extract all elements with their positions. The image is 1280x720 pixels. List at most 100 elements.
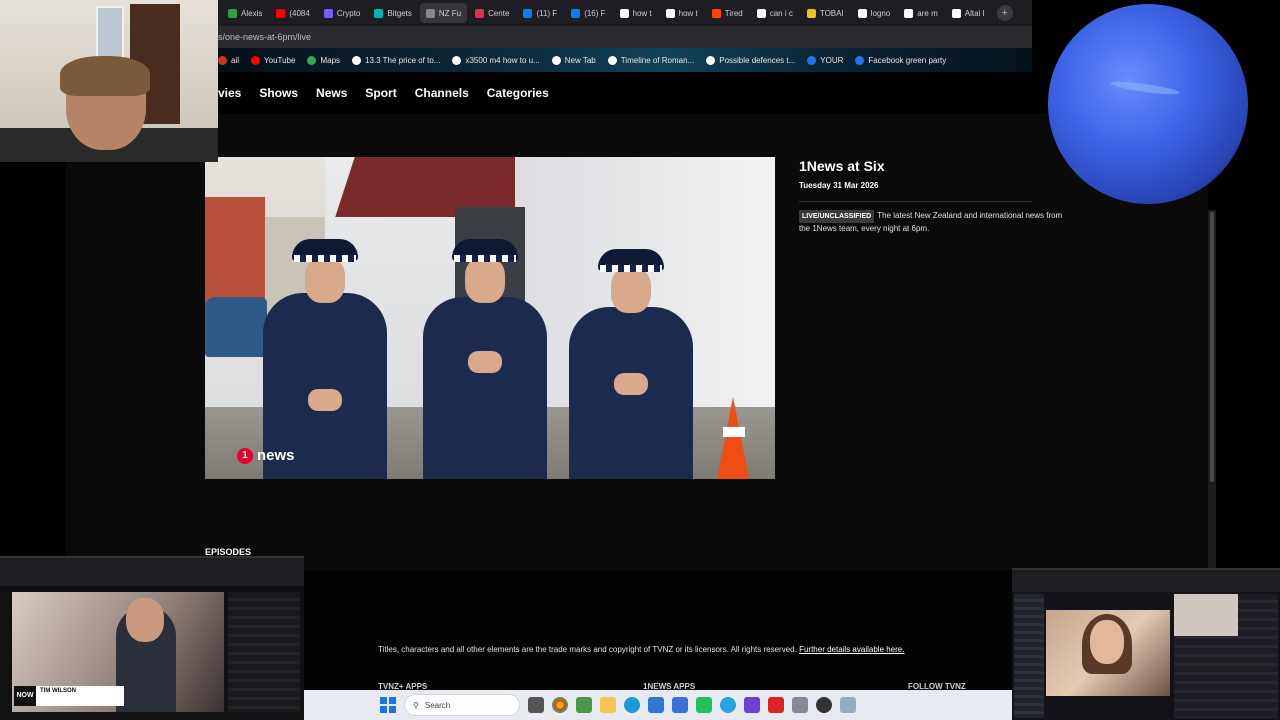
bookmark-item[interactable]: Facebook green party <box>855 55 947 65</box>
app-icon[interactable] <box>576 697 592 713</box>
app-icon-3[interactable] <box>768 697 784 713</box>
nav-sport[interactable]: Sport <box>365 86 396 100</box>
bookmark-item[interactable]: YOUR <box>807 55 843 65</box>
browser-tab[interactable]: are m <box>898 3 943 23</box>
divider <box>799 201 1032 202</box>
browser-tab[interactable]: Crypto <box>318 3 367 23</box>
address-bar[interactable]: s/one-news-at-6pm/live <box>218 26 1032 48</box>
settings-icon[interactable] <box>792 697 808 713</box>
tab-favicon-icon <box>619 8 629 18</box>
bookmark-item[interactable]: Possible defences t... <box>706 55 795 65</box>
bookmark-item[interactable]: Maps <box>307 55 341 65</box>
obs-icon[interactable] <box>744 697 760 713</box>
nav-channels[interactable]: Channels <box>415 86 469 100</box>
nav-news[interactable]: News <box>316 86 347 100</box>
tab-label: Bitgets <box>387 8 412 18</box>
bookmark-icon <box>607 55 617 65</box>
scrollbar-thumb[interactable] <box>1210 212 1214 482</box>
tab-label: Alexis <box>241 8 263 18</box>
tab-favicon-icon <box>425 8 435 18</box>
bookmark-item[interactable]: YouTube <box>251 55 296 65</box>
pip-browser-strip <box>0 558 304 586</box>
app-icon-2[interactable] <box>696 697 712 713</box>
1news-logo: 1 news <box>237 447 295 464</box>
1news-logo-text: news <box>257 447 295 464</box>
browser-tab[interactable]: (16) F <box>565 3 611 23</box>
tab-label: Crypto <box>336 8 361 18</box>
tab-favicon-icon <box>323 8 333 18</box>
browser-tab[interactable]: Alexis <box>222 3 268 23</box>
browser-tab[interactable]: Bitgets <box>368 3 417 23</box>
browser-tab[interactable]: TOBAI <box>801 3 850 23</box>
taskbar-search-label: Search <box>424 700 451 710</box>
bookmark-label: Facebook green party <box>868 55 947 65</box>
bookmark-icon <box>452 55 462 65</box>
task-view-icon[interactable] <box>528 697 544 713</box>
webcam-overlay <box>0 0 218 162</box>
bookmark-item[interactable]: 13.3 The price of to... <box>352 55 440 65</box>
pip-anchor-head <box>126 598 164 642</box>
bookmark-icon <box>855 55 865 65</box>
pip-stream-right <box>1012 568 1280 720</box>
app-icon-5[interactable] <box>840 697 856 713</box>
bookmark-item[interactable]: ail <box>218 55 239 65</box>
bookmark-icon <box>807 55 817 65</box>
bookmark-label: New Tab <box>564 55 596 65</box>
tab-favicon-icon <box>374 8 384 18</box>
bookmark-label: x3500 m4 how to u... <box>465 55 540 65</box>
pip-right-browser-strip <box>1012 570 1280 592</box>
bookmark-item[interactable]: x3500 m4 how to u... <box>452 55 540 65</box>
bookmark-label: YouTube <box>264 55 296 65</box>
nav-shows[interactable]: Shows <box>259 86 298 100</box>
edge-icon[interactable] <box>624 697 640 713</box>
telegram-icon[interactable] <box>720 697 736 713</box>
pip-right-face <box>1090 620 1124 664</box>
tab-label: (16) F <box>584 8 606 18</box>
browser-tab[interactable]: Tired <box>706 3 749 23</box>
address-url[interactable]: s/one-news-at-6pm/live <box>218 32 311 42</box>
browser-tab[interactable]: NZ Fu <box>419 3 468 23</box>
browser-tab[interactable]: (4084 <box>270 3 315 23</box>
nav-categories[interactable]: Categories <box>487 86 549 100</box>
browser-tab[interactable]: how t <box>660 3 704 23</box>
new-tab-button[interactable]: + <box>996 5 1013 21</box>
pip-chat <box>228 592 300 712</box>
browser-tab[interactable]: can i c <box>751 3 799 23</box>
browser-tab[interactable]: logno <box>852 3 897 23</box>
live-video-player[interactable]: 1 news <box>205 157 775 479</box>
tab-favicon-icon <box>475 8 485 18</box>
outlook-icon[interactable] <box>648 697 664 713</box>
tab-favicon-icon <box>228 8 237 18</box>
file-explorer-icon[interactable] <box>600 697 616 713</box>
copyright-text: Titles, characters and all other element… <box>378 645 797 654</box>
tab-favicon-icon <box>857 8 867 18</box>
pip-news-stream: TIM WILSON NOW <box>0 556 304 720</box>
bookmark-label: Maps <box>320 55 341 65</box>
bookmark-item[interactable]: New Tab <box>551 55 596 65</box>
further-details-link[interactable]: Further details available here. <box>799 645 904 654</box>
bookmarks-bar: ail YouTube Maps 13.3 The price of to... x35… <box>218 48 1032 72</box>
tab-favicon-icon <box>523 8 533 18</box>
tab-label: Cente <box>488 8 510 18</box>
browser-tab[interactable]: how t <box>614 3 658 23</box>
video-car <box>205 297 267 357</box>
tab-label: NZ Fu <box>438 8 462 18</box>
rating-badge: LIVE/UNCLASSIFIED <box>799 210 875 223</box>
chrome-icon[interactable] <box>552 697 568 713</box>
browser-tab[interactable]: Altai I <box>946 3 991 23</box>
browser-tab[interactable]: Cente <box>469 3 515 23</box>
browser-tab[interactable]: (11) F <box>517 3 563 23</box>
tab-label: Tired <box>724 8 743 18</box>
site-nav: vies Shows News Sport Channels Categorie… <box>218 72 1032 114</box>
tab-favicon-icon <box>711 8 721 18</box>
bookmark-icon <box>307 55 317 65</box>
app-icon-4[interactable] <box>816 697 832 713</box>
windows-start-icon[interactable] <box>380 697 396 713</box>
store-icon[interactable] <box>672 697 688 713</box>
taskbar-search[interactable]: ⚲ Search <box>404 694 520 716</box>
pip-right-webcam <box>1174 594 1238 636</box>
nav-movies[interactable]: vies <box>218 86 241 100</box>
tab-label: (4084 <box>289 8 310 18</box>
bookmark-item[interactable]: Timeline of Roman... <box>607 55 694 65</box>
tab-favicon-icon <box>756 8 766 18</box>
